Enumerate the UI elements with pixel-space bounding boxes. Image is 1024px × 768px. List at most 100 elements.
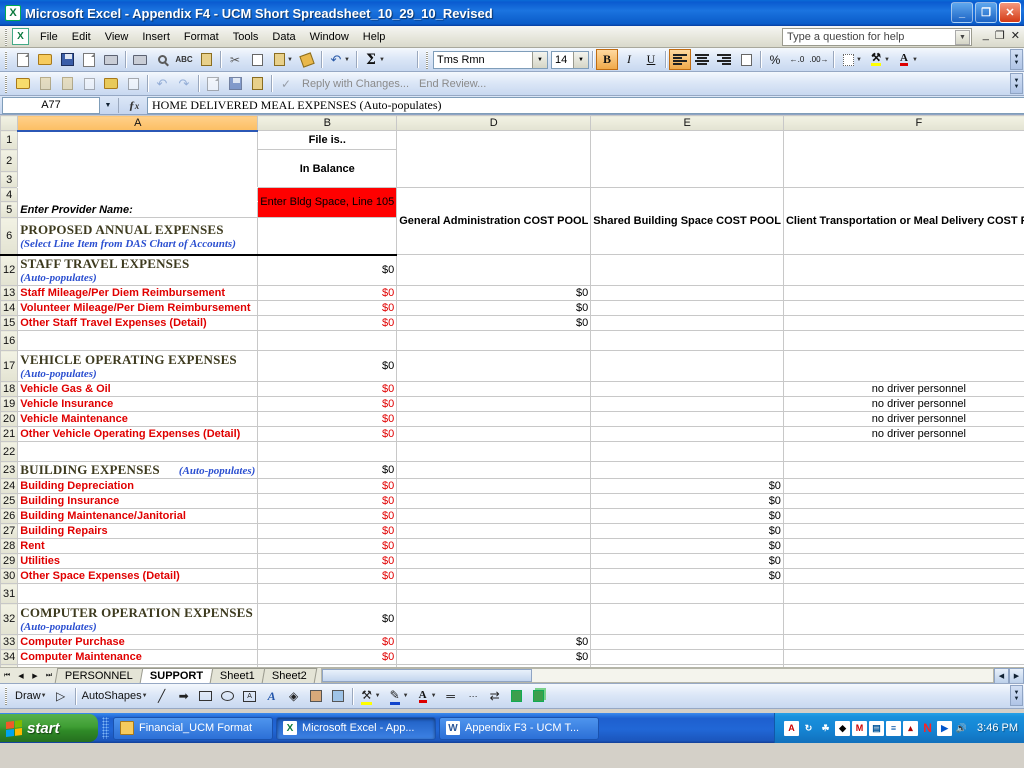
cell-f23[interactable] — [782, 461, 1024, 479]
name-box-chevron-down-icon[interactable]: ▼ — [100, 97, 116, 114]
copy-icon[interactable] — [246, 49, 268, 70]
cell-f31[interactable] — [782, 583, 1024, 604]
cell-a33-line-item[interactable]: Computer Purchase — [17, 634, 259, 650]
cell-b23-total[interactable]: $0 — [257, 461, 398, 479]
cell-e31[interactable] — [590, 583, 784, 604]
cell-b30[interactable]: $0 — [257, 568, 398, 584]
cell-b18[interactable]: $0 — [257, 381, 398, 397]
cell-d24[interactable] — [396, 478, 592, 494]
autosum-icon[interactable]: Σ — [360, 49, 382, 70]
end-review-label[interactable]: End Review... — [414, 78, 491, 90]
cell-a17-vehicle-operating-expenses[interactable]: VEHICLE OPERATING EXPENSES (Auto-populat… — [17, 350, 259, 382]
row-header-31[interactable]: 31 — [0, 583, 19, 604]
cell-e18[interactable] — [590, 381, 784, 397]
cell-f27[interactable] — [782, 523, 1024, 539]
next-sheet-button[interactable]: ▶ — [28, 669, 42, 683]
open-icon[interactable] — [34, 49, 56, 70]
cell-e1[interactable] — [590, 130, 784, 188]
row-header-21[interactable]: 21 — [0, 426, 19, 442]
row-header-33[interactable]: 33 — [0, 634, 19, 650]
formatting-toolbar-gripper[interactable] — [423, 50, 431, 69]
cell-b31[interactable] — [257, 583, 398, 604]
3d-style-icon[interactable] — [528, 685, 550, 707]
cell-b6[interactable] — [257, 217, 398, 256]
permission-icon[interactable] — [78, 49, 100, 70]
cell-e26[interactable]: $0 — [590, 508, 784, 524]
cell-e28[interactable]: $0 — [590, 538, 784, 554]
cell-f19-note[interactable]: no driver personnel — [782, 396, 1024, 412]
column-header-a[interactable]: A — [17, 115, 259, 132]
cell-e32[interactable] — [590, 603, 784, 635]
cell-b26[interactable]: $0 — [257, 508, 398, 524]
reply-with-changes-label[interactable]: Reply with Changes... — [297, 78, 414, 90]
chart-icon[interactable]: ▴ — [903, 720, 919, 736]
cell-f26[interactable] — [782, 508, 1024, 524]
row-header-17[interactable]: 17 — [0, 350, 19, 382]
cell-e27[interactable]: $0 — [590, 523, 784, 539]
cell-b4-bldg-space-alert[interactable]: Enter Bldg Space, Line 105 — [257, 187, 398, 218]
diagram-icon[interactable]: ◈ — [283, 685, 305, 707]
ask-a-question-input[interactable]: Type a question for help ▼ — [782, 28, 972, 46]
taskbar-button-microsoft-excel[interactable]: X Microsoft Excel - App... — [276, 716, 436, 740]
menu-insert[interactable]: Insert — [135, 28, 177, 46]
cell-e23[interactable] — [590, 461, 784, 479]
underline-button[interactable]: U — [640, 49, 662, 70]
reviewing-toolbar-options-button[interactable]: ▼ ▼ — [1010, 73, 1023, 94]
row-header-24[interactable]: 24 — [0, 478, 19, 494]
reply-with-changes-icon[interactable]: ✓ — [275, 73, 297, 94]
cell-f29[interactable] — [782, 553, 1024, 569]
standard-toolbar-gripper[interactable] — [2, 50, 10, 69]
cell-f21-note[interactable]: no driver personnel — [782, 426, 1024, 442]
font-size-combo[interactable]: 14 ▼ — [551, 50, 589, 69]
decrease-decimal-button[interactable]: .00→ — [808, 49, 830, 70]
cell-d31[interactable] — [396, 583, 592, 604]
bold-button[interactable]: B — [596, 49, 618, 70]
cell-f13[interactable] — [782, 285, 1024, 301]
device-icon[interactable]: ▤ — [869, 720, 885, 736]
row-header-18[interactable]: 18 — [0, 381, 19, 397]
cell-d19[interactable] — [396, 396, 592, 412]
drawing-toolbar-gripper[interactable] — [2, 687, 10, 705]
row-header-19[interactable]: 19 — [0, 396, 19, 412]
norton-icon[interactable]: N — [920, 721, 935, 736]
sheet-tab-personnel[interactable]: PERSONNEL — [54, 668, 144, 683]
rectangle-icon[interactable] — [195, 685, 217, 707]
cell-f34[interactable] — [782, 649, 1024, 665]
cell-a18-line-item[interactable]: Vehicle Gas & Oil — [17, 381, 259, 397]
acrobat-icon[interactable]: A — [784, 720, 800, 736]
clock[interactable]: 3:46 PM — [977, 722, 1018, 734]
row-header-6[interactable]: 6 — [0, 217, 19, 256]
cell-b14[interactable]: $0 — [257, 300, 398, 316]
cell-b32-total[interactable]: $0 — [257, 603, 398, 635]
next-comment-icon[interactable] — [56, 73, 78, 94]
line-icon[interactable]: ╱ — [151, 685, 173, 707]
cell-b21[interactable]: $0 — [257, 426, 398, 442]
cell-b12-total[interactable]: $0 — [257, 254, 398, 286]
cell-e24[interactable]: $0 — [590, 478, 784, 494]
reviewing-toolbar-gripper[interactable] — [2, 74, 10, 93]
fill-color-chevron-down-icon[interactable]: ▼ — [375, 693, 384, 699]
row-header-4[interactable]: 4 — [0, 187, 19, 202]
column-header-e[interactable]: E — [590, 115, 784, 131]
refresh-icon[interactable]: ↻ — [801, 721, 816, 736]
cell-a19-line-item[interactable]: Vehicle Insurance — [17, 396, 259, 412]
doc-restore-button[interactable]: ❐ — [995, 29, 1005, 42]
menu-edit[interactable]: Edit — [65, 28, 98, 46]
cell-b2[interactable]: In Balance — [257, 149, 398, 188]
paste-icon[interactable] — [268, 49, 290, 70]
cell-b24[interactable]: $0 — [257, 478, 398, 494]
row-header-20[interactable]: 20 — [0, 411, 19, 427]
cell-f30[interactable] — [782, 568, 1024, 584]
cell-b27[interactable]: $0 — [257, 523, 398, 539]
save-icon[interactable] — [56, 49, 78, 70]
sheet-tab-support[interactable]: SUPPORT — [139, 668, 214, 683]
cell-f33[interactable] — [782, 634, 1024, 650]
cell-d27[interactable] — [396, 523, 592, 539]
email-icon[interactable] — [100, 49, 122, 70]
row-header-26[interactable]: 26 — [0, 508, 19, 524]
reject-changes-icon[interactable]: ↷ — [173, 73, 195, 94]
cell-b17-total[interactable]: $0 — [257, 350, 398, 382]
increase-decimal-button[interactable]: ←.0 — [786, 49, 808, 70]
cell-a22[interactable] — [17, 441, 259, 462]
diamond-icon[interactable]: ◆ — [835, 720, 851, 736]
